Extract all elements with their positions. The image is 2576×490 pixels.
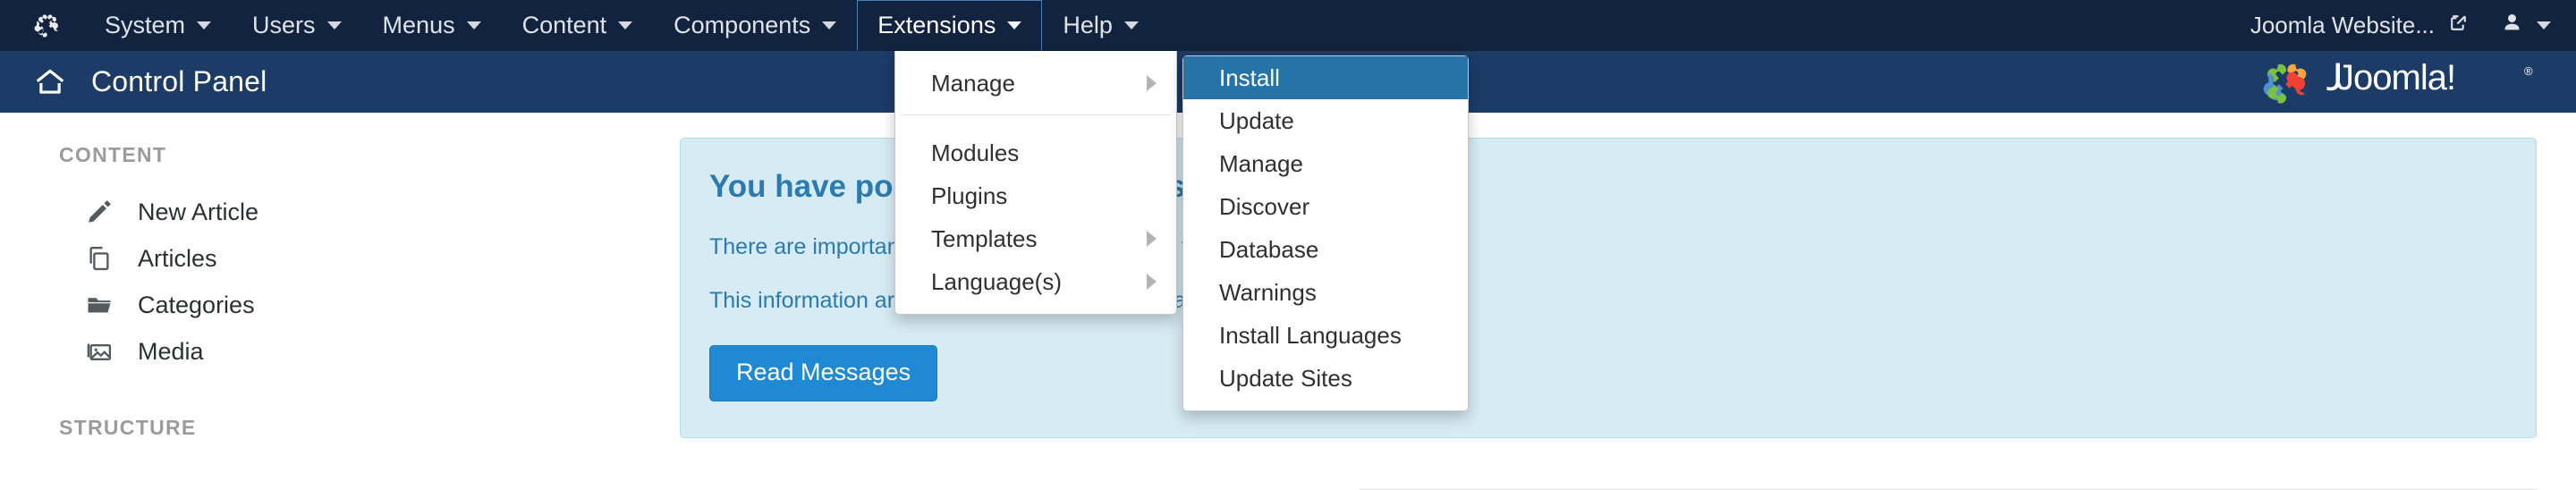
home-icon[interactable] <box>32 64 68 100</box>
sidebar-item-media[interactable]: Media <box>59 328 680 375</box>
read-messages-button[interactable]: Read Messages <box>709 344 938 401</box>
sidebar-item-label: New Article <box>138 198 259 225</box>
top-menu-bar: System Users Menus Content Components Ex… <box>0 0 2576 51</box>
submenu-item-label: Discover <box>1219 192 1310 220</box>
menu-item-label: Content <box>521 12 607 38</box>
dropdown-item-label: Plugins <box>931 182 1008 209</box>
chevron-down-icon <box>822 21 837 30</box>
external-link-icon <box>2447 12 2470 40</box>
sidebar-item-articles[interactable]: Articles <box>59 235 680 282</box>
sidebar-item-categories[interactable]: Categories <box>59 282 680 328</box>
sidebar-heading-content: CONTENT <box>59 143 167 166</box>
joomla-brand-logo: Joomla! ® <box>2263 59 2549 106</box>
sidebar-item-new-article[interactable]: New Article <box>59 189 680 235</box>
site-link-label: Joomla Website... <box>2250 12 2435 38</box>
menu-item-label: System <box>105 12 186 38</box>
svg-text:Joomla!: Joomla! <box>2336 59 2455 97</box>
menu-item-users[interactable]: Users <box>232 0 362 51</box>
submenu-item-label: Update <box>1219 106 1294 134</box>
copy-icon <box>84 243 114 274</box>
menu-item-help[interactable]: Help <box>1042 0 1159 51</box>
chevron-down-icon <box>326 21 342 30</box>
sidebar-item-label: Media <box>138 337 204 365</box>
sidebar-item-label: Articles <box>138 244 217 272</box>
submenu-item-label: Database <box>1219 235 1319 263</box>
sidebar-item-label: Categories <box>138 291 255 318</box>
submenu-item-install-languages[interactable]: Install Languages <box>1183 314 1468 357</box>
sidebar: CONTENT New Article Articles Categories … <box>0 113 680 490</box>
submenu-item-manage[interactable]: Manage <box>1183 142 1468 185</box>
menu-item-system[interactable]: System <box>84 0 232 51</box>
chevron-right-icon <box>1147 231 1157 247</box>
submenu-item-label: Manage <box>1219 149 1303 177</box>
menu-item-components[interactable]: Components <box>653 0 857 51</box>
submenu-item-label: Warnings <box>1219 278 1317 306</box>
dropdown-divider <box>901 114 1171 115</box>
dropdown-item-templates[interactable]: Templates <box>895 217 1176 260</box>
dropdown-item-label: Templates <box>931 224 1038 252</box>
submenu-item-update[interactable]: Update <box>1183 99 1468 142</box>
submenu-item-label: Install Languages <box>1219 321 1402 349</box>
dropdown-item-plugins[interactable]: Plugins <box>895 174 1176 217</box>
page-title: Control Panel <box>91 65 267 97</box>
chevron-down-icon <box>1123 21 1139 30</box>
menu-item-label: Users <box>252 12 316 38</box>
submenu-item-warnings[interactable]: Warnings <box>1183 271 1468 314</box>
user-icon <box>2500 11 2524 41</box>
chevron-down-icon <box>618 21 633 30</box>
folder-open-icon <box>84 290 114 320</box>
chevron-down-icon <box>466 21 481 30</box>
sidebar-heading-structure: STRUCTURE <box>59 416 197 439</box>
menu-item-label: Extensions <box>877 12 996 38</box>
svg-text:®: ® <box>2524 64 2533 78</box>
menu-item-extensions[interactable]: Extensions <box>857 0 1043 51</box>
joomla-logo-icon: Joomla! ® <box>2263 59 2533 104</box>
main-menu: System Users Menus Content Components Ex… <box>84 0 1159 51</box>
dropdown-item-label: Manage <box>931 69 1015 97</box>
chevron-right-icon <box>1147 274 1157 290</box>
dropdown-item-label: Modules <box>931 139 1020 166</box>
dropdown-item-manage[interactable]: Manage <box>895 62 1176 105</box>
chevron-right-icon <box>1147 75 1157 91</box>
submenu-item-install[interactable]: Install <box>1183 56 1468 99</box>
pencil-icon <box>84 197 114 227</box>
image-icon <box>84 336 114 367</box>
submenu-item-label: Update Sites <box>1219 364 1352 392</box>
manage-submenu: Install Update Manage Discover Database … <box>1182 55 1469 411</box>
dropdown-item-languages[interactable]: Language(s) <box>895 260 1176 303</box>
menu-item-label: Menus <box>382 12 455 38</box>
joomla-mark-icon[interactable] <box>32 11 63 41</box>
submenu-item-discover[interactable]: Discover <box>1183 185 1468 228</box>
chevron-down-icon <box>197 21 212 30</box>
extensions-dropdown-menu: Manage Modules Plugins Templates Languag… <box>894 51 1177 315</box>
submenu-item-label: Install <box>1219 63 1280 91</box>
chevron-down-icon <box>2537 21 2551 30</box>
dropdown-item-modules[interactable]: Modules <box>895 131 1176 174</box>
menu-item-content[interactable]: Content <box>502 0 654 51</box>
site-link[interactable]: Joomla Website... <box>2250 12 2470 40</box>
topbar-right-group: Joomla Website... <box>2250 11 2551 41</box>
submenu-item-update-sites[interactable]: Update Sites <box>1183 357 1468 400</box>
dropdown-item-label: Language(s) <box>931 267 1062 295</box>
menu-item-menus[interactable]: Menus <box>362 0 502 51</box>
menu-item-label: Help <box>1063 12 1113 38</box>
submenu-item-database[interactable]: Database <box>1183 228 1468 271</box>
menu-item-label: Components <box>674 12 811 38</box>
user-menu[interactable] <box>2500 11 2551 41</box>
chevron-down-icon <box>1007 21 1022 30</box>
